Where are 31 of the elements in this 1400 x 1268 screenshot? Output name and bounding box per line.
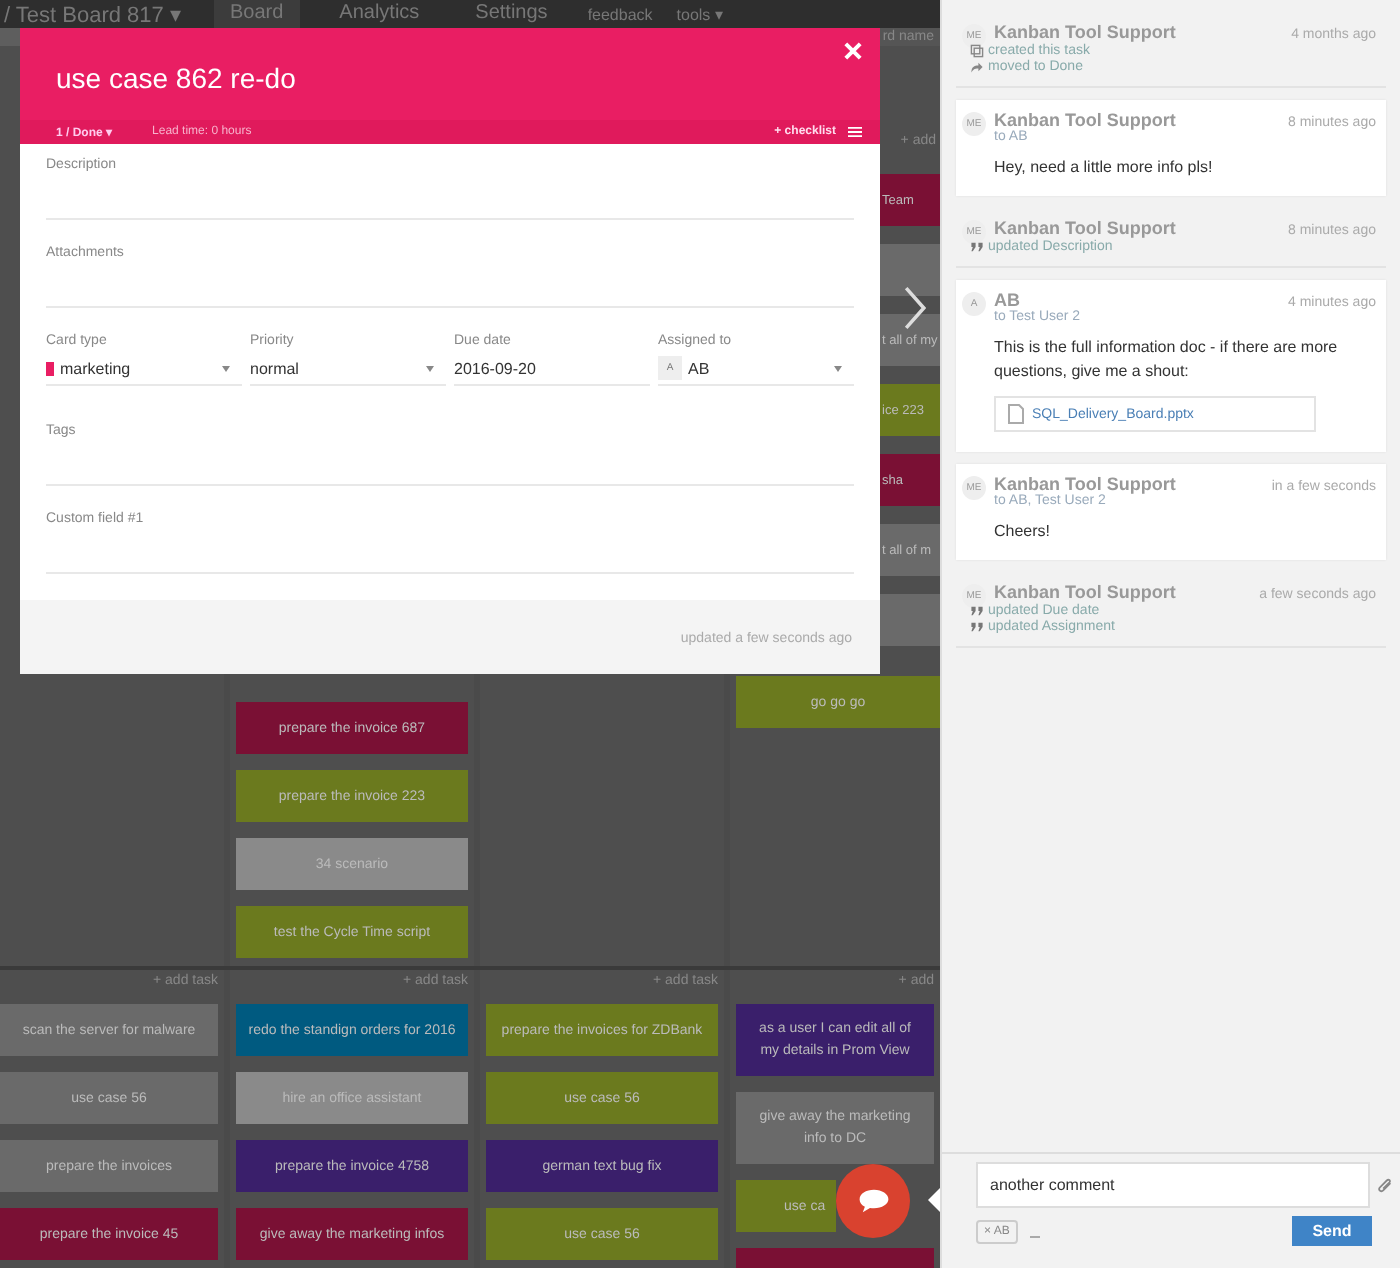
- close-icon[interactable]: [844, 42, 862, 60]
- comment-text: Cheers!: [994, 520, 1053, 544]
- board-title[interactable]: / Test Board 817 ▾: [4, 1, 182, 27]
- speech-bubble-icon: [857, 1188, 889, 1214]
- file-icon: [1008, 404, 1024, 424]
- comment-field[interactable]: another comment: [976, 1162, 1370, 1208]
- card-title: use case 862 re-do: [56, 62, 296, 94]
- nav-link[interactable]: tools ▾: [676, 5, 723, 23]
- author-name: Kanban Tool Support: [994, 474, 1176, 494]
- date-field[interactable]: 2016-09-20: [454, 352, 650, 386]
- select-field[interactable]: normal: [250, 352, 446, 386]
- share-arrow-icon: [970, 60, 984, 74]
- author-name: Kanban Tool Support: [994, 582, 1176, 602]
- select-field[interactable]: marketing: [46, 352, 242, 386]
- send-button[interactable]: Send: [1292, 1216, 1372, 1246]
- chevron-right-icon[interactable]: [904, 286, 926, 330]
- quote-icon: [970, 240, 984, 254]
- paperclip-icon[interactable]: [1376, 1176, 1394, 1194]
- nav-tab[interactable]: Analytics: [323, 0, 436, 28]
- author-name: Kanban Tool Support: [994, 22, 1176, 42]
- nav-tab[interactable]: Settings: [459, 0, 564, 28]
- author-name: Kanban Tool Support: [994, 110, 1176, 130]
- collapse-arrow-icon[interactable]: [928, 1188, 940, 1212]
- nav-tab[interactable]: Board: [213, 0, 300, 28]
- menu-icon[interactable]: [848, 126, 862, 138]
- nav-link[interactable]: feedback: [587, 5, 653, 23]
- comment-text: Hey, need a little more info pls!: [994, 156, 1215, 180]
- author-name: Kanban Tool Support: [994, 218, 1176, 238]
- author-name: AB: [994, 290, 1020, 310]
- comment-text: This is the full information doc - if there are more questions, give me a shout:: [994, 336, 1340, 384]
- copy-icon: [970, 44, 984, 58]
